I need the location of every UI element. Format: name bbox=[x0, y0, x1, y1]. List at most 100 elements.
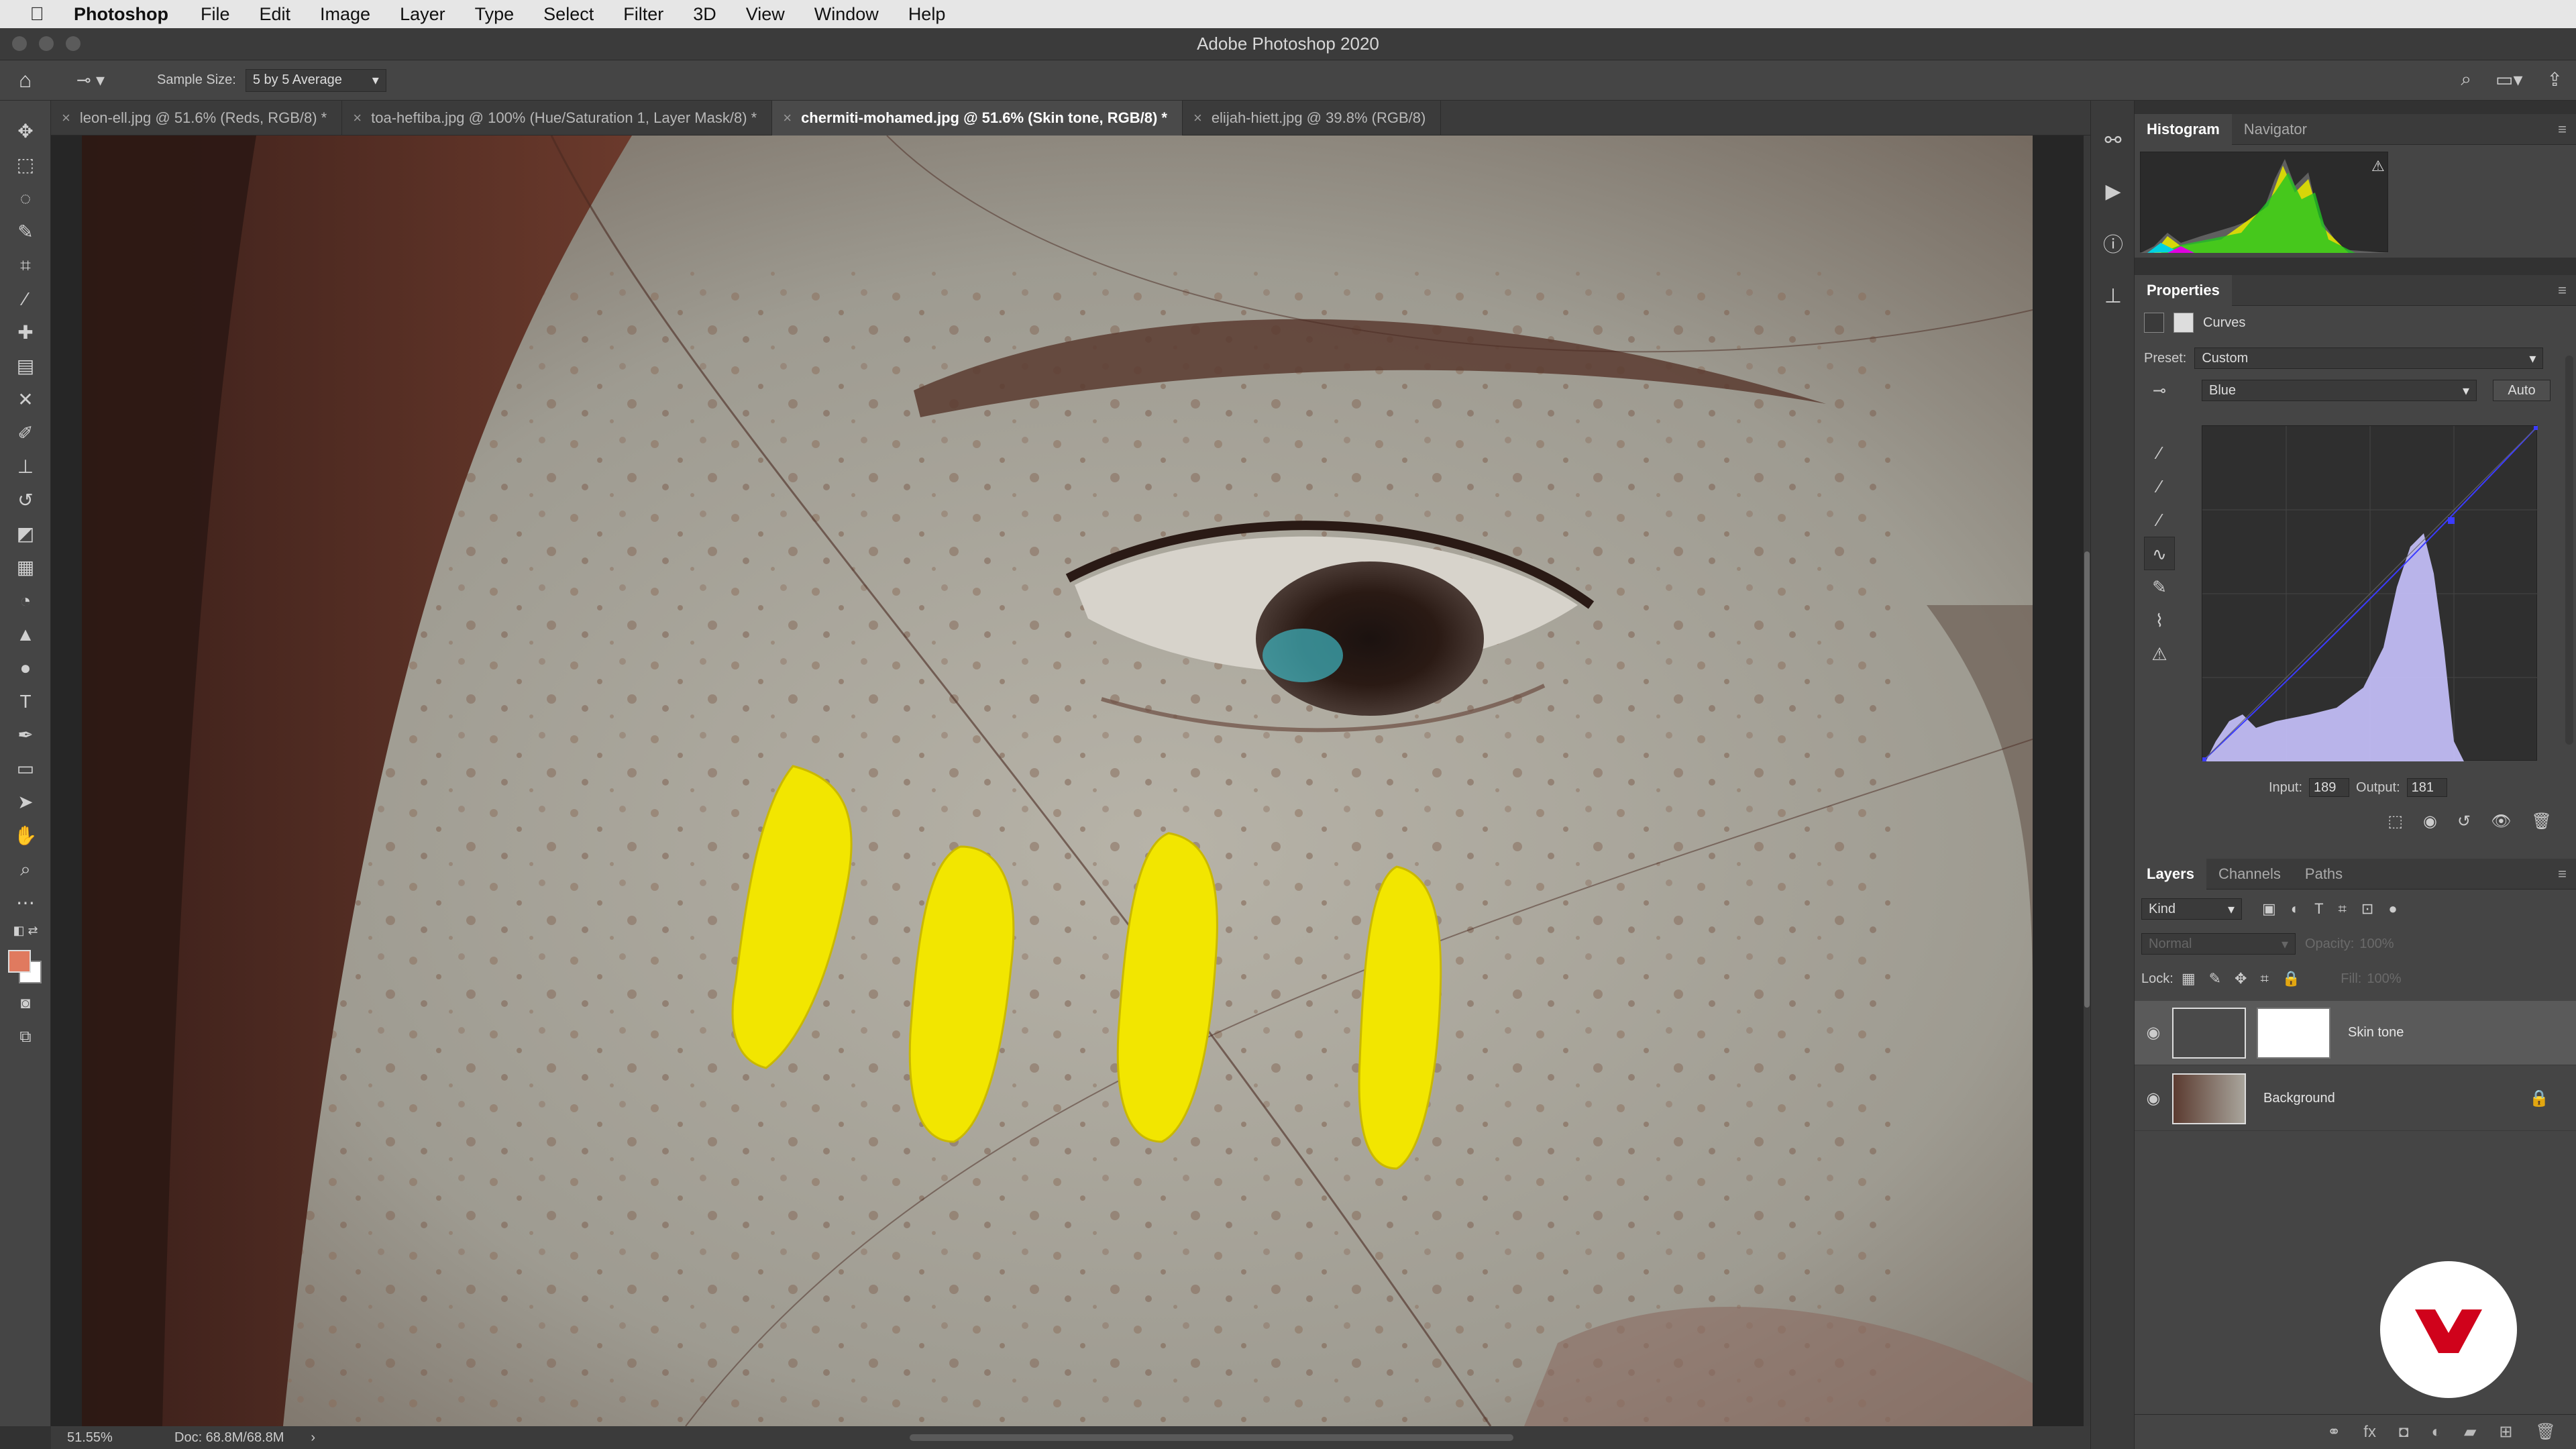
close-tab-icon[interactable]: × bbox=[1193, 109, 1202, 127]
reset-icon[interactable]: ↺ bbox=[2457, 812, 2471, 831]
curves-adjustment-icon[interactable] bbox=[2144, 313, 2164, 333]
white-point-eyedropper-icon[interactable]: ⁄ bbox=[2144, 503, 2175, 537]
lock-icon[interactable]: 🔒 bbox=[2529, 1089, 2549, 1108]
workspace-icon[interactable]: ▭▾ bbox=[2496, 68, 2523, 91]
patch-tool-icon[interactable]: ▤ bbox=[0, 352, 51, 381]
menu-file[interactable]: File bbox=[201, 4, 230, 25]
horizontal-scrollbar[interactable] bbox=[910, 1434, 1513, 1441]
document-tab[interactable]: × toa-heftiba.jpg @ 100% (Hue/Saturation… bbox=[342, 101, 773, 136]
menu-type[interactable]: Type bbox=[475, 4, 515, 25]
layer-name[interactable]: Skin tone bbox=[2348, 1025, 2404, 1040]
burn-tool-icon[interactable]: ● bbox=[0, 653, 51, 683]
document-tab-active[interactable]: × chermiti-mohamed.jpg @ 51.6% (Skin ton… bbox=[772, 101, 1183, 136]
menu-3d[interactable]: 3D bbox=[693, 4, 716, 25]
document-tab[interactable]: × leon-ell.jpg @ 51.6% (Reds, RGB/8) * bbox=[51, 101, 343, 136]
document-tab[interactable]: × elijah-hiett.jpg @ 39.8% (RGB/8) bbox=[1183, 101, 1442, 136]
blur-tool-icon[interactable]: ◔ bbox=[0, 586, 51, 616]
cache-warning-icon[interactable]: ⚠ bbox=[2371, 158, 2385, 175]
close-window-button[interactable] bbox=[12, 36, 27, 51]
layer-style-icon[interactable]: fx bbox=[2363, 1423, 2376, 1442]
close-tab-icon[interactable]: × bbox=[62, 109, 70, 127]
black-point-eyedropper-icon[interactable]: ⁄ bbox=[2144, 436, 2175, 470]
vertical-scrollbar[interactable] bbox=[2084, 136, 2090, 1426]
zoom-tool-icon[interactable]: ⌕ bbox=[0, 855, 51, 884]
quick-mask-icon[interactable]: ◙ bbox=[0, 989, 51, 1018]
layer-row-background[interactable]: ◉ Background 🔒 bbox=[2135, 1067, 2576, 1131]
app-name-menu[interactable]: Photoshop bbox=[74, 4, 168, 25]
dodge-tool-icon[interactable]: ▲ bbox=[0, 620, 51, 649]
clone-stamp-tool-icon[interactable]: ⊥ bbox=[0, 452, 51, 482]
pencil-tool-icon[interactable]: ✎ bbox=[2144, 570, 2175, 604]
search-icon[interactable]: ⌕ bbox=[2461, 68, 2471, 91]
curves-graph[interactable] bbox=[2202, 425, 2538, 762]
history-brush-tool-icon[interactable]: ↺ bbox=[0, 486, 51, 515]
channel-select[interactable]: Blue ▾ bbox=[2202, 380, 2477, 401]
tab-navigator[interactable]: Navigator bbox=[2232, 114, 2319, 145]
layer-row-skin-tone[interactable]: ◉ Skin tone bbox=[2135, 1001, 2576, 1065]
gray-point-eyedropper-icon[interactable]: ⁄ bbox=[2144, 470, 2175, 503]
delete-layer-icon[interactable]: 🗑 bbox=[2536, 1422, 2556, 1442]
info-icon[interactable]: ⓘ bbox=[2091, 225, 2135, 266]
hand-tool-icon[interactable]: ✋ bbox=[0, 821, 51, 851]
eyedropper-tool-icon[interactable]: ⁄ bbox=[0, 284, 51, 314]
new-group-icon[interactable]: ▰ bbox=[2464, 1422, 2476, 1442]
tab-layers[interactable]: Layers bbox=[2135, 858, 2206, 890]
canvas-area[interactable] bbox=[51, 136, 2090, 1426]
visibility-eye-icon[interactable]: ◉ bbox=[2135, 1023, 2172, 1042]
menu-edit[interactable]: Edit bbox=[260, 4, 291, 25]
adjustments-icon[interactable]: ⚯ bbox=[2091, 121, 2135, 161]
input-field[interactable]: 189 bbox=[2309, 778, 2350, 797]
sample-size-select[interactable]: 5 by 5 Average ▾ bbox=[245, 68, 386, 92]
preset-select[interactable]: Custom ▾ bbox=[2194, 347, 2544, 369]
clipping-warning-icon[interactable]: ⚠ bbox=[2144, 637, 2175, 671]
visibility-icon[interactable]: 👁 bbox=[2491, 812, 2511, 831]
mask-icon[interactable] bbox=[2174, 313, 2194, 333]
curve-point-tool-icon[interactable]: ∿ bbox=[2144, 537, 2175, 570]
menu-view[interactable]: View bbox=[746, 4, 785, 25]
more-tools-icon[interactable]: ⋯ bbox=[0, 888, 51, 918]
menu-filter[interactable]: Filter bbox=[623, 4, 663, 25]
gradient-tool-icon[interactable]: ▦ bbox=[0, 553, 51, 582]
delete-icon[interactable]: 🗑 bbox=[2532, 812, 2552, 831]
brush-tool-icon[interactable]: ✐ bbox=[0, 419, 51, 448]
filter-type-icons[interactable]: ▣◐T⌗⊡● bbox=[2262, 900, 2412, 918]
tool-preset-picker[interactable]: ⊸ ▾ bbox=[76, 70, 130, 91]
move-tool-icon[interactable]: ✥ bbox=[0, 117, 51, 146]
status-menu-arrow[interactable]: › bbox=[311, 1430, 315, 1446]
screen-mode-icon[interactable]: ⧉ bbox=[0, 1022, 51, 1052]
new-layer-icon[interactable]: ⊞ bbox=[2499, 1422, 2512, 1442]
content-aware-move-icon[interactable]: ✕ bbox=[0, 385, 51, 415]
actions-play-icon[interactable]: ▶ bbox=[2091, 172, 2135, 212]
tab-properties[interactable]: Properties bbox=[2135, 274, 2232, 306]
target-adjust-icon[interactable]: ⊸ bbox=[2144, 381, 2175, 400]
menu-help[interactable]: Help bbox=[908, 4, 946, 25]
shape-tool-icon[interactable]: ▭ bbox=[0, 754, 51, 784]
pen-tool-icon[interactable]: ✒ bbox=[0, 720, 51, 750]
type-tool-icon[interactable]: T bbox=[0, 687, 51, 716]
menu-window[interactable]: Window bbox=[814, 4, 879, 25]
tab-histogram[interactable]: Histogram bbox=[2135, 113, 2232, 145]
share-icon[interactable]: ⇪ bbox=[2547, 68, 2563, 91]
menu-layer[interactable]: Layer bbox=[400, 4, 445, 25]
tab-channels[interactable]: Channels bbox=[2206, 859, 2293, 890]
layer-mask-thumbnail[interactable] bbox=[2257, 1007, 2330, 1059]
minimize-window-button[interactable] bbox=[39, 36, 54, 51]
panel-menu-icon[interactable]: ≡ bbox=[2558, 282, 2567, 299]
fill-value[interactable]: 100% bbox=[2367, 971, 2401, 987]
filter-kind-select[interactable]: Kind ▾ bbox=[2141, 898, 2242, 920]
smooth-curve-icon[interactable]: ⌇ bbox=[2144, 604, 2175, 637]
scroll-thumb[interactable] bbox=[2084, 551, 2090, 1008]
zoom-window-button[interactable] bbox=[66, 36, 80, 51]
panel-menu-icon[interactable]: ≡ bbox=[2558, 865, 2567, 883]
clip-to-layer-icon[interactable]: ⬚ bbox=[2387, 812, 2403, 831]
menu-select[interactable]: Select bbox=[543, 4, 594, 25]
add-mask-icon[interactable]: ◘ bbox=[2399, 1423, 2409, 1442]
menu-image[interactable]: Image bbox=[320, 4, 370, 25]
output-field[interactable]: 181 bbox=[2406, 778, 2447, 797]
quick-select-tool-icon[interactable]: ✎ bbox=[0, 217, 51, 247]
marquee-tool-icon[interactable]: ⬚ bbox=[0, 150, 51, 180]
document-canvas[interactable] bbox=[82, 136, 2033, 1426]
apple-icon[interactable]:  bbox=[0, 3, 74, 25]
lock-icons[interactable]: ▦✎✥⌗🔒 bbox=[2182, 970, 2314, 987]
close-tab-icon[interactable]: × bbox=[783, 109, 792, 127]
